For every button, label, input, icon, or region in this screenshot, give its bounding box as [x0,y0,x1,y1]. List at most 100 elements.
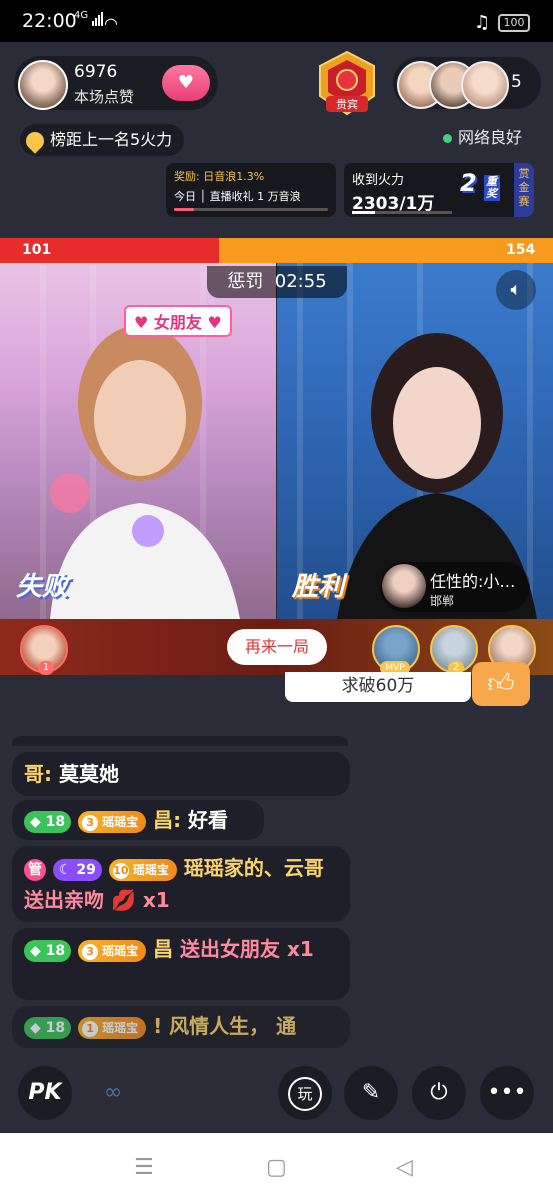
follow-heart-button[interactable]: ♥ [162,65,210,101]
double-reward-number: 2 [460,169,477,197]
thumbs-up-icon[interactable]: 👍︎ [472,662,530,706]
magic-wand-icon[interactable]: ✎ [344,1066,398,1120]
rematch-button[interactable]: 再来一局 [227,629,327,665]
network-status: 网络良好 [443,124,522,148]
fan-level: 3 [82,814,99,831]
fan-club-name: 瑶瑶宝 [102,943,139,958]
chat-text: 莫莫她 [52,762,119,786]
chat-message[interactable]: 哥: 莫莫她 [12,752,350,796]
fan-club-badge: 1 瑶瑶宝 [78,1016,147,1039]
status-bar: 22:00 4G ◠ ♫ 100 [0,0,553,42]
user-level: 18 [45,813,66,830]
play-label: 玩 [288,1077,322,1111]
admin-badge: 管 [24,858,46,881]
wifi-icon: ◠ [104,14,118,33]
network-type: 4G [74,10,89,21]
user-level-badge: ◆ 18 [24,1016,72,1039]
pk-button[interactable]: PK [18,1066,72,1120]
double-reward-badge: 2 重奖 [460,169,502,209]
chat-message[interactable]: ◆ 18 3 瑶瑶宝 昌: 好看 [12,800,264,840]
fire-progress-bar [352,211,452,214]
fan-club-badge: 10 瑶瑶宝 [108,858,177,881]
reward-task: 今日 │ 直播收礼 1 万音浪 [174,190,301,203]
fan-club-name: 瑶瑶宝 [102,1020,139,1035]
pk-result-bar: 1 再来一局 MVP 2 3 [0,619,553,675]
signal-icon [92,12,103,26]
viewers-list[interactable]: 5 [393,57,541,109]
fire-power-card[interactable]: 收到火力 2303/1万 2 重奖 赏金赛 [344,163,534,217]
battery-indicator: 100 [498,14,530,32]
fire-label: 收到火力 [352,173,405,188]
fan-club-name: 瑶瑶宝 [102,814,139,829]
chat-text: 好看 [181,808,229,832]
host-avatar[interactable] [18,60,68,110]
double-reward-text: 重奖 [484,175,500,201]
lose-stamp: 失败 [16,572,69,602]
menu-icon[interactable]: ☰ [134,1155,154,1180]
location-pin-icon [22,127,48,154]
chat-faded-row [12,736,348,746]
opponent-name: 任性的:小… [430,572,516,591]
chat-message[interactable]: ◆ 18 3 瑶瑶宝 昌 送出女朋友 x1 [12,928,350,1000]
rank-gap-notice[interactable]: 榜距上一名5火力 [20,124,185,156]
reward-task-period: 今日 [174,190,196,203]
reward-progress-fill [174,208,195,211]
viewer-avatar[interactable] [461,61,509,109]
chat-message[interactable]: 管 ☾ 29 10 瑶瑶宝 瑶瑶家的、云哥 送出亲吻 💋 x1 [12,846,350,922]
chat-message[interactable]: ◆ 18 1 瑶瑶宝 ! 风情人生， 通 [12,1006,350,1048]
reward-task-desc: 直播收礼 1 万音浪 [209,190,301,203]
fan-club-name: 瑶瑶宝 [132,862,169,877]
fan-club-badge: 3 瑶瑶宝 [78,810,147,833]
reward-progress-bar [174,208,328,211]
chat-gift-text: 送出女朋友 x1 [173,937,314,961]
bounty-match-tag[interactable]: 赏金赛 [514,163,534,217]
pk-right-bar [219,238,553,263]
girlfriend-tag-text: 女朋友 [153,313,202,332]
home-icon[interactable]: ▢ [266,1155,287,1180]
reward-rate: 奖励: 日音浪1.3% [174,170,265,183]
user-level-badge: ◆ 18 [24,939,72,962]
girlfriend-tag: ♥ 女朋友 ♥ [124,305,232,337]
host-info[interactable]: 6976 本场点赞 ♥ [14,56,218,110]
chat-text: 通 [269,1014,297,1038]
user-level-badge: ◆ 18 [24,810,72,833]
status-time: 22:00 [22,10,77,32]
chat-username: ! 风情人生， [153,1014,270,1038]
fan-level: 1 [82,1020,99,1037]
opponent-avatar[interactable] [382,564,426,608]
pk-left-score: 101 [22,242,52,258]
likes-count: 6976 [74,62,118,82]
viewers-count: 5 [511,72,522,92]
power-icon[interactable]: ⏻ [412,1066,466,1120]
more-icon[interactable]: ••• [480,1066,534,1120]
likes-label: 本场点赞 [74,88,135,106]
chat-username: 昌 [153,937,174,961]
left-top-supporter[interactable]: 1 [20,625,68,675]
rank-badge-label: 贵宾 [336,97,358,111]
fire-progress-fill [352,211,375,214]
chat-gift-text: 送出亲吻 💋 x1 [24,888,170,912]
chat-username: 哥: [24,762,52,786]
back-icon[interactable]: ◁ [396,1155,413,1180]
vip-rank-badge[interactable]: 贵宾 [316,50,378,116]
pk-right-score: 154 [506,242,536,258]
rank-gap-text: 榜距上一名5火力 [50,130,173,149]
opponent-info[interactable]: 任性的:小… 邯郸 [380,562,530,612]
play-button[interactable]: 玩 [278,1066,332,1120]
user-level-badge: ☾ 29 [52,858,102,881]
system-nav-bar: ☰ ▢ ◁ [0,1133,553,1200]
opponent-location: 邯郸 [430,594,455,608]
speaker-icon[interactable]: 🔈︎ [496,270,536,310]
link-mic-icon[interactable]: ∞ [86,1066,140,1120]
penalty-countdown: 02:55 [274,271,327,292]
headphones-icon: ♫ [474,12,491,33]
fan-club-badge: 3 瑶瑶宝 [78,939,147,962]
mvp-supporter[interactable]: MVP [372,625,420,675]
chat-username: 瑶瑶家的、云哥 [183,856,324,880]
user-level: 29 [76,861,96,878]
goal-banner[interactable]: 求破60万 [285,672,471,702]
fan-level: 10 [112,862,129,879]
second-supporter[interactable]: 2 [430,625,478,675]
network-status-text: 网络良好 [458,128,523,147]
daily-reward-card[interactable]: 奖励: 日音浪1.3% 今日 │ 直播收礼 1 万音浪 [166,163,336,217]
